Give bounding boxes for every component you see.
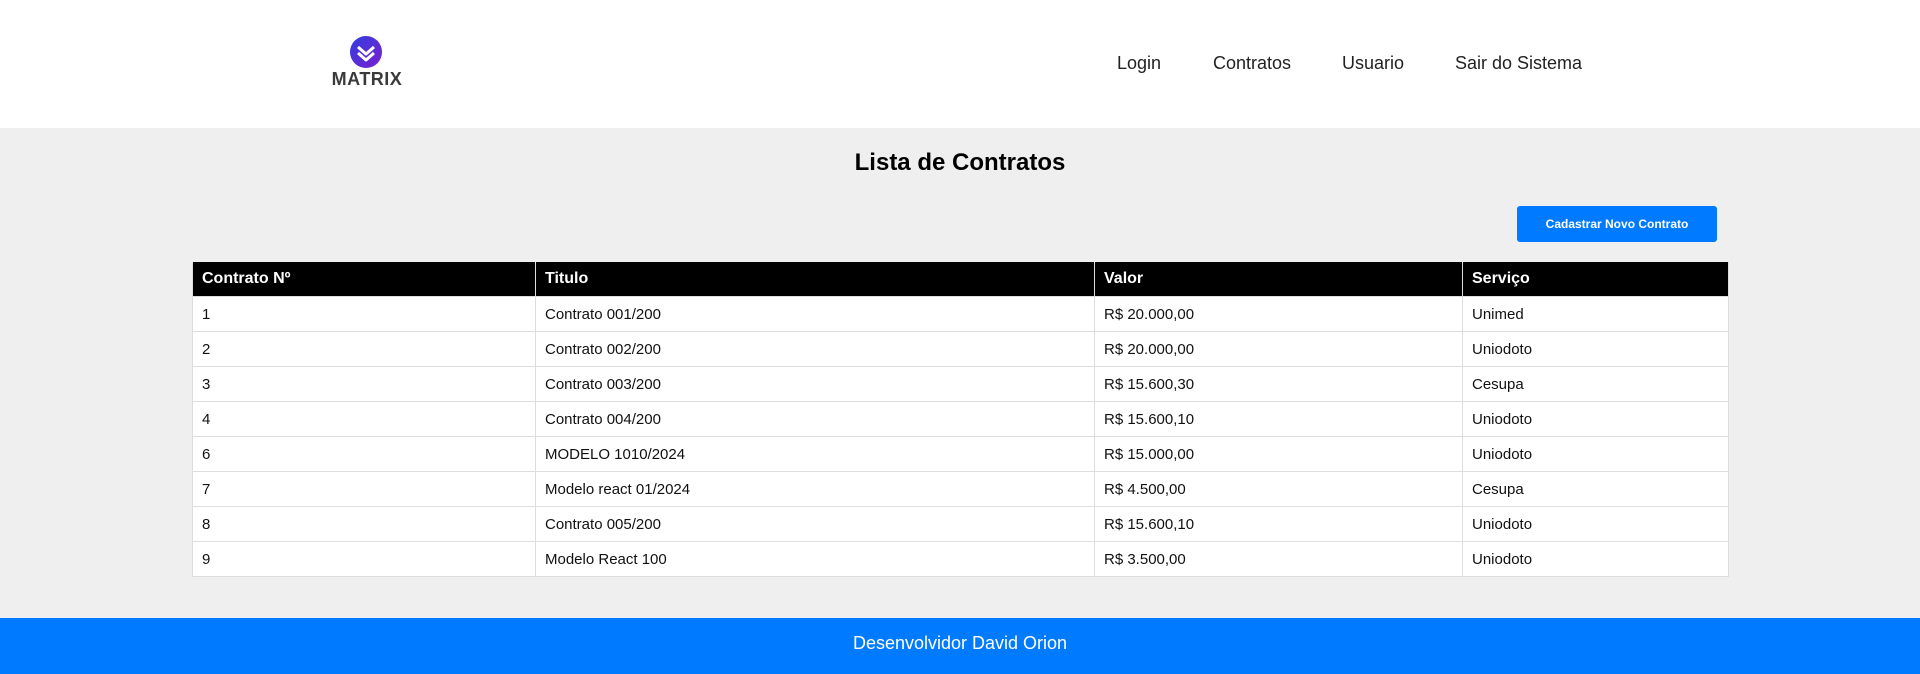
cell-valor: R$ 15.600,30: [1094, 366, 1463, 402]
cell-titulo: Contrato 001/200: [535, 296, 1095, 332]
table-row[interactable]: 1 Contrato 001/200 R$ 20.000,00 Unimed: [192, 296, 1729, 332]
cell-servico: Uniodoto: [1462, 436, 1729, 472]
page-footer: Desenvolvidor David Orion: [0, 618, 1920, 674]
table-header-row: Contrato Nº Titulo Valor Serviço: [192, 262, 1729, 297]
cell-servico: Cesupa: [1462, 366, 1729, 402]
nav-usuario[interactable]: Usuario: [1342, 52, 1404, 74]
cell-contrato-numero: 1: [192, 296, 536, 332]
footer-credit-text: Desenvolvidor David Orion: [852, 633, 1068, 653]
cell-contrato-numero: 7: [192, 471, 536, 507]
column-header-valor: Valor: [1094, 262, 1463, 297]
matrix-logo[interactable]: MATRIX: [327, 36, 407, 92]
cell-servico: Uniodoto: [1462, 401, 1729, 437]
cell-servico: Uniodoto: [1462, 331, 1729, 367]
cell-contrato-numero: 4: [192, 401, 536, 437]
nav-login[interactable]: Login: [1117, 52, 1161, 74]
cell-contrato-numero: 8: [192, 506, 536, 542]
table-row[interactable]: 9 Modelo React 100 R$ 3.500,00 Uniodoto: [192, 541, 1729, 577]
matrix-logo-icon: [350, 36, 382, 68]
nav-sair-do-sistema[interactable]: Sair do Sistema: [1455, 52, 1582, 74]
cell-contrato-numero: 2: [192, 331, 536, 367]
cell-servico: Uniodoto: [1462, 506, 1729, 542]
cell-titulo: Contrato 005/200: [535, 506, 1095, 542]
cell-titulo: Contrato 002/200: [535, 331, 1095, 367]
cell-servico: Uniodoto: [1462, 541, 1729, 577]
contracts-table: Contrato Nº Titulo Valor Serviço 1 Contr…: [192, 262, 1729, 577]
cell-valor: R$ 4.500,00: [1094, 471, 1463, 507]
table-row[interactable]: 7 Modelo react 01/2024 R$ 4.500,00 Cesup…: [192, 471, 1729, 507]
cell-valor: R$ 15.600,10: [1094, 506, 1463, 542]
cell-valor: R$ 15.000,00: [1094, 436, 1463, 472]
page-title: Lista de Contratos: [854, 149, 1066, 176]
cell-valor: R$ 20.000,00: [1094, 331, 1463, 367]
table-row[interactable]: 3 Contrato 003/200 R$ 15.600,30 Cesupa: [192, 366, 1729, 402]
table-row[interactable]: 2 Contrato 002/200 R$ 20.000,00 Uniodoto: [192, 331, 1729, 367]
cell-titulo: MODELO 1010/2024: [535, 436, 1095, 472]
column-header-servico: Serviço: [1462, 262, 1729, 297]
cell-contrato-numero: 3: [192, 366, 536, 402]
nav-contratos[interactable]: Contratos: [1213, 52, 1291, 74]
table-row[interactable]: 6 MODELO 1010/2024 R$ 15.000,00 Uniodoto: [192, 436, 1729, 472]
cell-titulo: Modelo React 100: [535, 541, 1095, 577]
contracts-table-wrapper: Contrato Nº Titulo Valor Serviço 1 Contr…: [192, 262, 1729, 577]
cell-contrato-numero: 9: [192, 541, 536, 577]
table-row[interactable]: 4 Contrato 004/200 R$ 15.600,10 Uniodoto: [192, 401, 1729, 437]
logo-text: MATRIX: [331, 69, 403, 89]
cell-valor: R$ 15.600,10: [1094, 401, 1463, 437]
cell-contrato-numero: 6: [192, 436, 536, 472]
cell-valor: R$ 3.500,00: [1094, 541, 1463, 577]
cell-servico: Cesupa: [1462, 471, 1729, 507]
column-header-titulo: Titulo: [535, 262, 1095, 297]
cell-servico: Unimed: [1462, 296, 1729, 332]
column-header-contrato: Contrato Nº: [192, 262, 536, 297]
top-header: MATRIX Login Contratos Usuario Sair do S…: [0, 0, 1920, 128]
cell-titulo: Modelo react 01/2024: [535, 471, 1095, 507]
cell-titulo: Contrato 003/200: [535, 366, 1095, 402]
table-row[interactable]: 8 Contrato 005/200 R$ 15.600,10 Uniodoto: [192, 506, 1729, 542]
cell-valor: R$ 20.000,00: [1094, 296, 1463, 332]
cell-titulo: Contrato 004/200: [535, 401, 1095, 437]
new-contract-button[interactable]: Cadastrar Novo Contrato: [1517, 206, 1717, 242]
